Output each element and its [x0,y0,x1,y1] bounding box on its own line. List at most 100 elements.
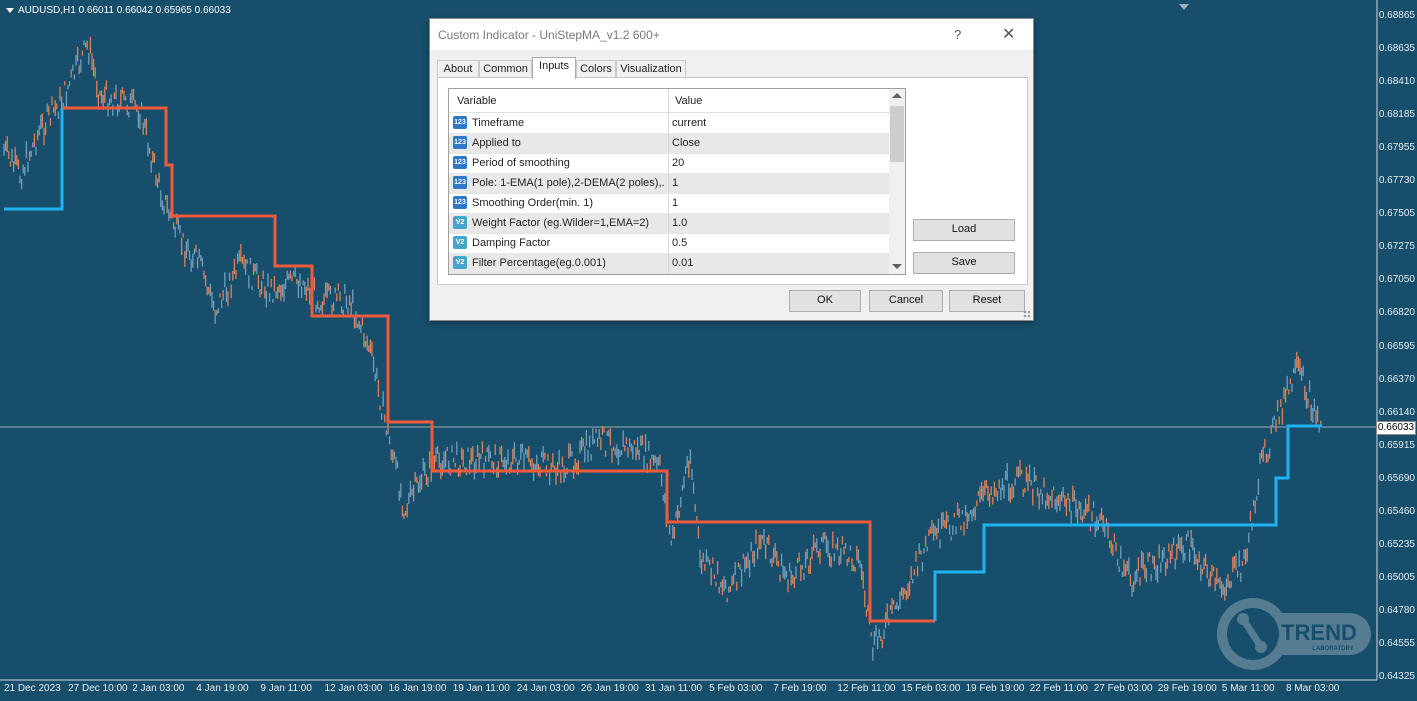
integer-type-icon: 123 [453,136,467,149]
input-value[interactable]: 0.5 [672,237,687,249]
price-axis-label: 0.68635 [1378,43,1415,55]
resize-grip[interactable] [1023,310,1031,318]
time-axis-label: 2 Jan 03:00 [132,683,185,694]
time-axis-label: 27 Feb 03:00 [1093,683,1153,694]
inputs-grid: Variable Value 123 Timeframe current 123 App… [448,88,906,275]
tab-inputs[interactable]: Inputs [532,57,576,79]
input-row[interactable]: 123 Pole: 1-EMA(1 pole),2-DEMA(2 poles),.… [449,173,889,194]
cancel-button[interactable]: Cancel [869,290,943,312]
input-name: Period of smoothing [472,157,570,169]
time-axis-label: 8 Mar 03:00 [1286,683,1340,694]
input-value[interactable]: Close [672,137,700,149]
scroll-up-icon[interactable] [892,93,902,98]
integer-type-icon: 123 [453,196,467,209]
input-row[interactable]: V2 Damping Factor 0.5 [449,233,889,254]
input-value[interactable]: current [672,117,706,129]
dialog-title: Custom Indicator - UniStepMA_v1.2 600+ [438,28,660,42]
dialog-titlebar[interactable]: Custom Indicator - UniStepMA_v1.2 600+ ?… [430,19,1033,50]
trend-laboratory-logo: TREND LABORATORY [1217,598,1371,670]
chart-shift-marker[interactable] [1179,4,1189,10]
price-axis-label: 0.65690 [1378,472,1415,484]
input-row[interactable]: 123 Smoothing Order(min. 1) 1 [449,193,889,214]
current-price-label: 0.66033 [1376,421,1416,435]
price-axis-label: 0.67730 [1378,175,1415,187]
integer-type-icon: 123 [453,176,467,189]
time-axis-label: 5 Feb 03:00 [709,683,763,694]
time-axis-label: 31 Jan 11:00 [645,683,703,694]
price-axis-label: 0.67955 [1378,142,1415,154]
reset-button[interactable]: Reset [949,290,1025,312]
double-type-icon: V2 [453,236,467,249]
input-value[interactable]: 1 [672,177,678,189]
time-axis-label: 19 Feb 19:00 [965,683,1025,694]
logo-subtext: LABORATORY [1312,646,1354,652]
input-name: Timeframe [472,117,525,129]
price-axis-label: 0.65005 [1378,571,1415,583]
scroll-down-icon[interactable] [892,264,902,269]
time-axis-label: 24 Jan 03:00 [516,683,575,694]
input-value[interactable]: 1.0 [672,217,687,229]
integer-type-icon: 123 [453,116,467,129]
grid-scrollbar[interactable] [889,89,905,274]
load-button[interactable]: Load [913,219,1015,241]
time-axis-label: 5 Mar 11:00 [1221,683,1275,694]
time-axis-label: 27 Dec 10:00 [68,683,128,694]
input-row[interactable]: 123 Period of smoothing 20 [449,153,889,174]
price-axis-label: 0.64780 [1378,604,1415,616]
time-axis-label: 29 Feb 19:00 [1157,683,1217,694]
symbol-info: AUDUSD,H1 0.66011 0.66042 0.65965 0.6603… [6,5,231,16]
custom-indicator-dialog: Custom Indicator - UniStepMA_v1.2 600+ ?… [429,18,1034,321]
price-axis-label: 0.65915 [1378,439,1415,451]
input-row[interactable]: 123 Applied to Close [449,133,889,154]
time-axis-label: 4 Jan 19:00 [196,683,249,694]
column-divider[interactable] [668,89,669,274]
price-axis-label: 0.65460 [1378,505,1415,517]
tab-colors[interactable]: Colors [576,60,616,78]
time-axis-label: 15 Feb 03:00 [901,683,961,694]
tab-about[interactable]: About [437,60,479,78]
dropdown-icon[interactable] [6,7,14,13]
price-axis-label: 0.68865 [1378,10,1415,21]
price-axis-label: 0.66370 [1378,373,1415,385]
price-axis-label: 0.67505 [1378,208,1415,220]
price-axis-label: 0.66140 [1378,406,1415,418]
time-axis-label: 12 Jan 03:00 [324,683,383,694]
price-axis-label: 0.67275 [1378,241,1415,253]
double-type-icon: V2 [453,256,467,269]
input-value[interactable]: 0.01 [672,257,693,269]
price-axis-label: 0.67050 [1378,274,1415,286]
input-name: Smoothing Order(min. 1) [472,197,594,209]
input-row[interactable]: V2 Weight Factor (eg.Wilder=1,EMA=2) 1.0 [449,213,889,234]
input-name: Weight Factor (eg.Wilder=1,EMA=2) [472,217,650,229]
time-axis-label: 26 Jan 19:00 [580,683,639,694]
input-name: Applied to [472,137,521,149]
input-row[interactable]: V2 Filter Percentage(eg.0.001) 0.01 [449,253,889,274]
close-icon[interactable]: ✕ [1002,24,1015,44]
tab-visualization[interactable]: Visualization [616,60,686,78]
ok-button[interactable]: OK [789,290,861,312]
price-axis-label: 0.64555 [1378,637,1415,649]
time-axis-label: 22 Feb 11:00 [1029,683,1088,694]
input-name: Damping Factor [472,237,551,249]
input-row[interactable]: 123 Timeframe current [449,113,889,134]
inputs-panel: Variable Value 123 Timeframe current 123 App… [437,77,1028,285]
integer-type-icon: 123 [453,156,467,169]
logo-text: TREND [1281,620,1357,645]
time-axis-label: 7 Feb 19:00 [773,683,827,694]
save-button[interactable]: Save [913,252,1015,274]
scroll-thumb[interactable] [890,106,904,162]
grid-header: Variable Value [449,89,889,113]
price-axis-label: 0.66820 [1378,307,1415,319]
help-button[interactable]: ? [954,27,961,42]
price-axis-label: 0.64325 [1378,671,1415,682]
input-value[interactable]: 1 [672,197,678,209]
time-axis-label: 21 Dec 2023 [4,683,61,694]
time-axis-label: 9 Jan 11:00 [260,683,312,694]
value-column-header[interactable]: Value [675,95,702,107]
tab-common[interactable]: Common [479,60,532,78]
input-name: Filter Percentage(eg.0.001) [472,257,606,269]
variable-column-header[interactable]: Variable [457,95,497,107]
time-axis-label: 12 Feb 11:00 [837,683,896,694]
input-value[interactable]: 20 [672,157,684,169]
price-axis-label: 0.68410 [1378,76,1415,88]
